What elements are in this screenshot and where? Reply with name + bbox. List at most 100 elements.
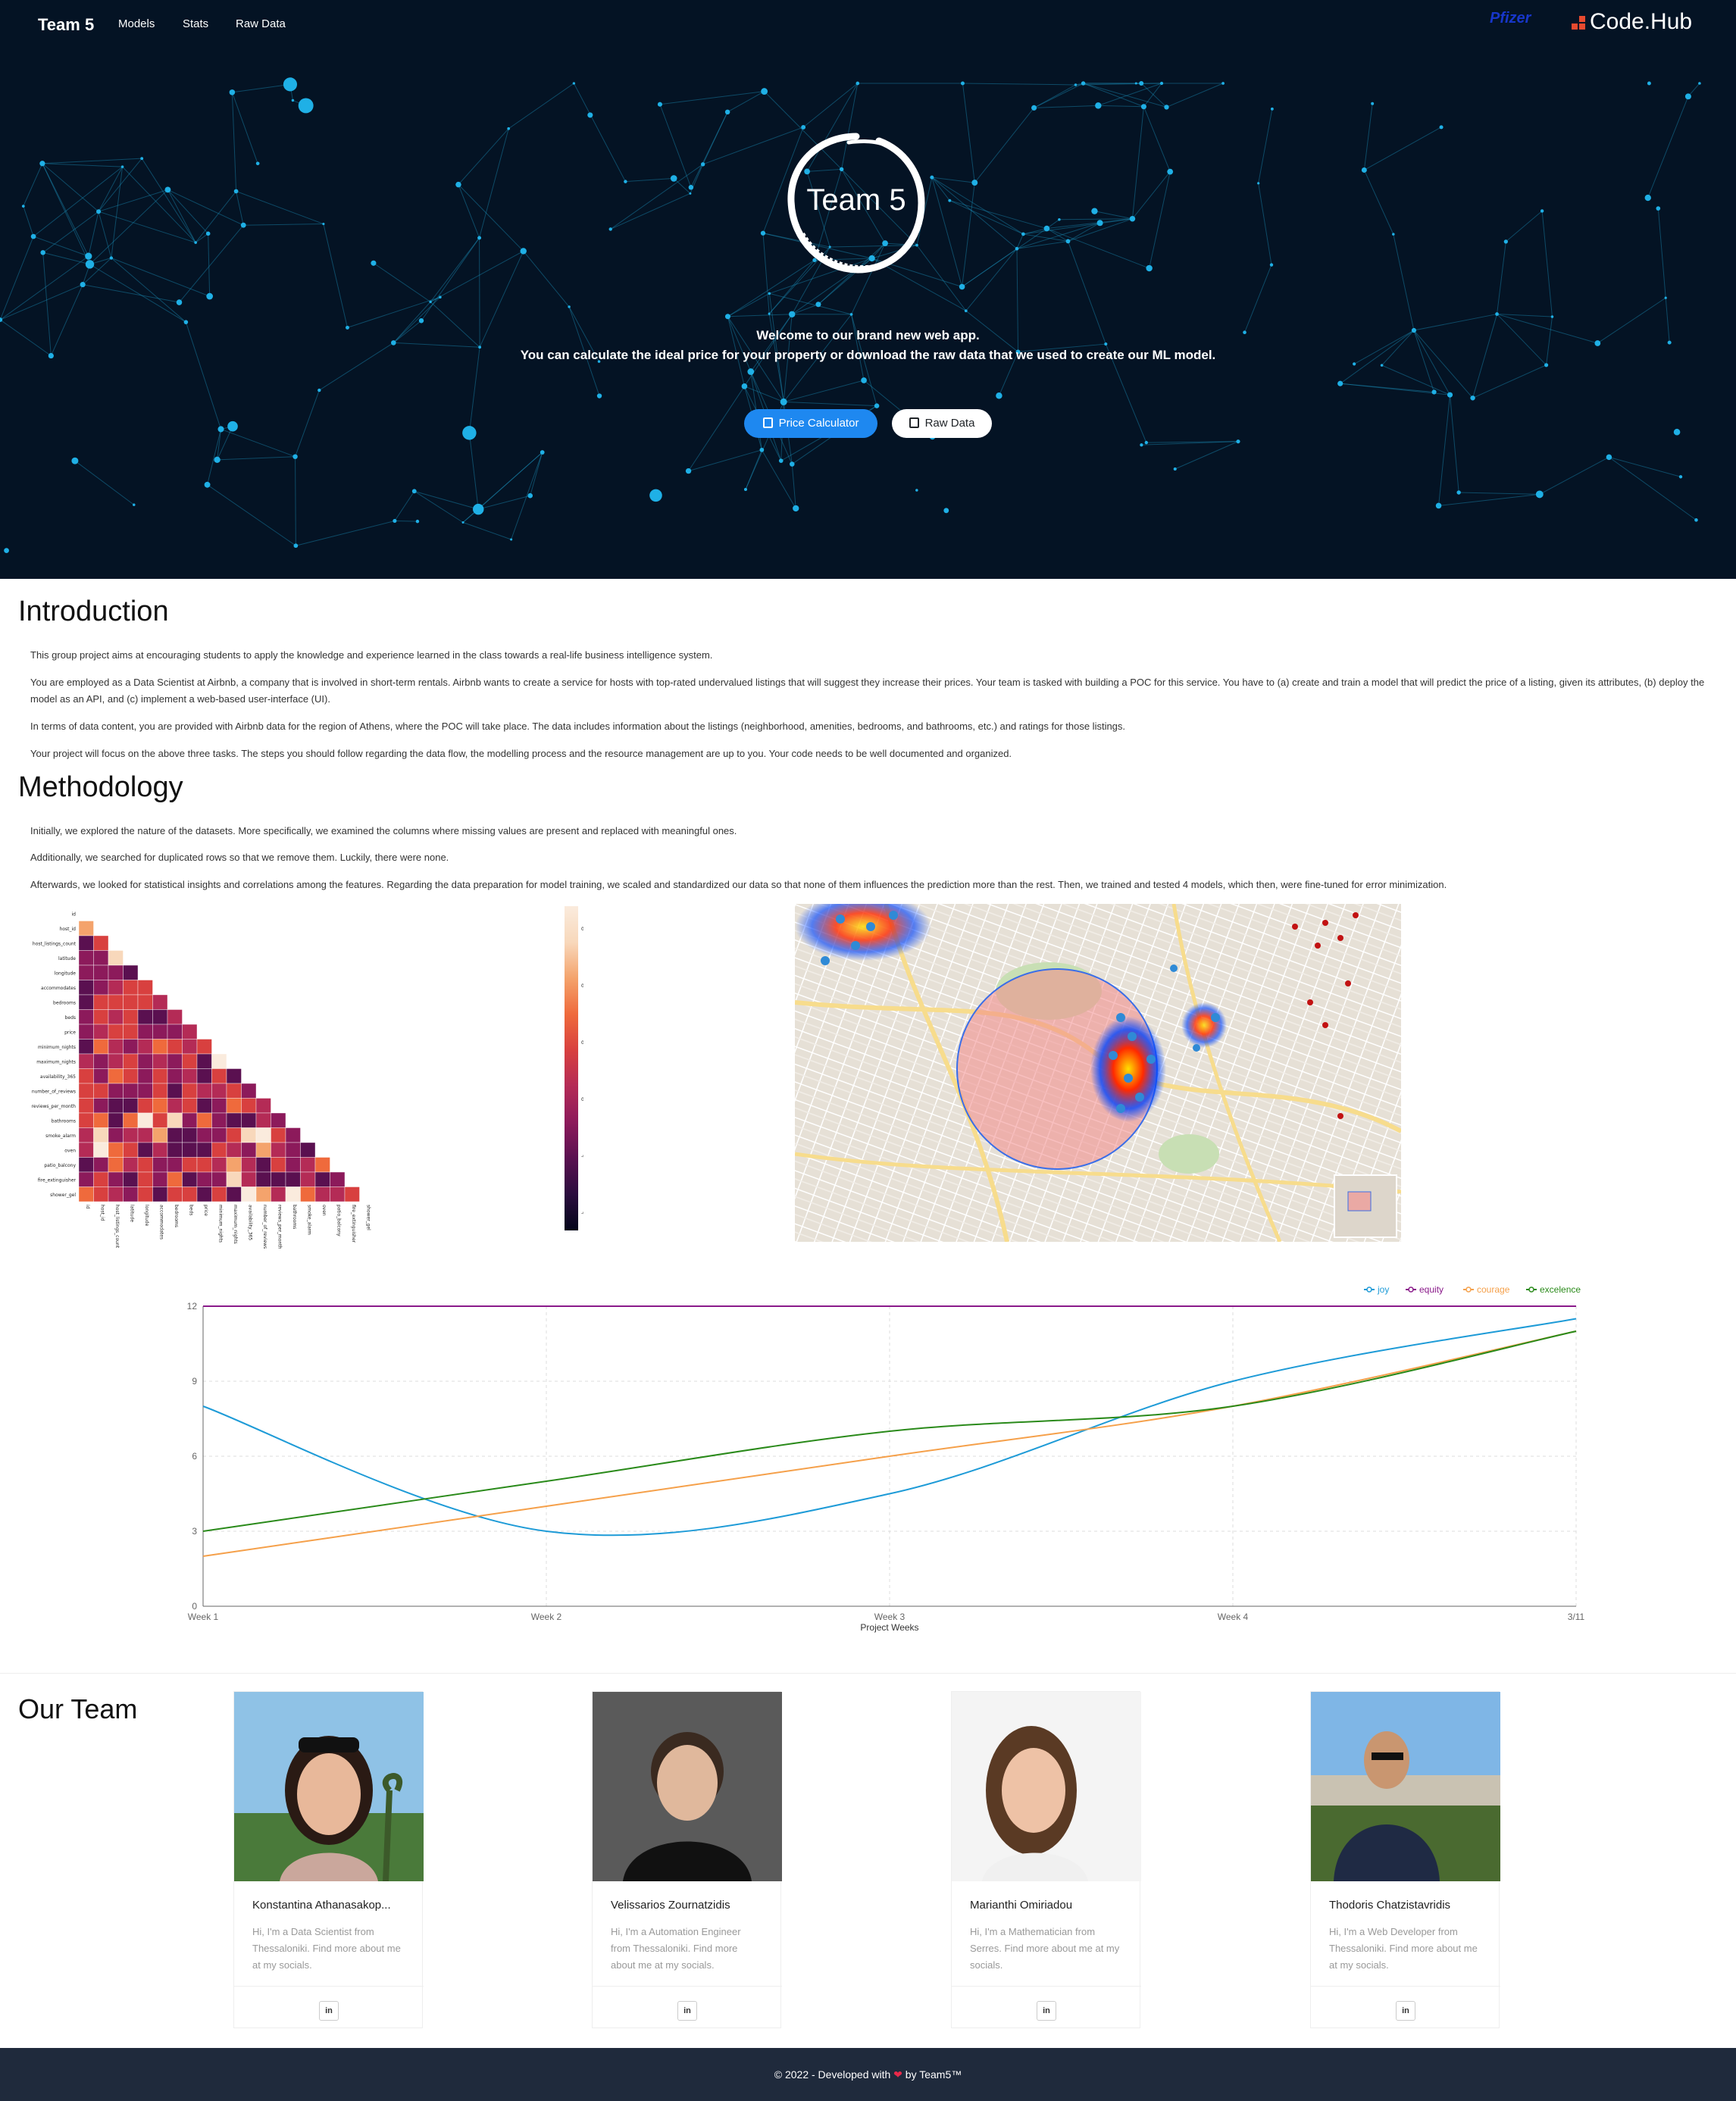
heatmap-cell [78,1024,94,1040]
heatmap-cell [93,950,109,966]
nav-brand[interactable]: Team 5 [38,15,94,35]
heatmap-cell [123,965,139,980]
raw-data-button[interactable]: Raw Data [892,409,992,438]
heatmap-cell [211,1053,227,1069]
intro-paragraph-1: This group project aims at encouraging s… [30,649,713,661]
heatmap-cell [241,1142,257,1158]
heatmap-row-label: availability_365 [40,1074,76,1080]
heatmap-cell [108,1098,124,1114]
x-axis-label: Project Weeks [860,1622,918,1633]
linkedin-icon[interactable]: in [1396,2001,1415,2021]
footer-prefix: © 2022 - Developed with [774,2068,891,2081]
heatmap-cell [211,1098,227,1114]
nav-link-raw-data[interactable]: Raw Data [236,17,286,30]
heart-icon: ❤ [893,2068,902,2081]
heatmap-cell [108,980,124,996]
heatmap-col-label: maximum_nights [233,1205,238,1244]
methodology-title: Methodology [18,771,183,803]
legend-label[interactable]: joy [1377,1284,1389,1295]
heatmap-col-label: oven [321,1205,327,1216]
x-tick-label: Week 4 [1218,1612,1249,1622]
heatmap-cell [137,980,153,996]
project-weeks-line-chart: 0 3 6 9 12 Week 1 Week 2 Week 3 Week 4 3/11 Projec… [187,1284,1585,1633]
linkedin-icon[interactable]: in [677,2001,697,2021]
heatmap-cell [93,1083,109,1099]
heatmap-cell [196,1083,212,1099]
heatmap-cell [167,1098,183,1114]
heatmap-cell [93,980,109,996]
colorbar-tick-label: -0.4 [581,1211,583,1216]
team-divider [0,1673,1736,1674]
athens-map[interactable] [795,904,1401,1242]
heatmap-cell [152,1068,168,1084]
welcome-text: Welcome to our brand new web app. You ca… [0,326,1736,365]
legend-label[interactable]: excelence [1540,1284,1581,1295]
legend-label[interactable]: equity [1419,1284,1444,1295]
heatmap-cell [108,1112,124,1128]
heatmap-row-label: bedrooms [53,1001,76,1006]
heatmap-col-label: longitude [144,1205,149,1227]
heatmap-cell [123,1187,139,1202]
heatmap-cell [211,1083,227,1099]
heatmap-cell [314,1187,330,1202]
member-photo-4 [1311,1692,1500,1881]
nav-link-models[interactable]: Models [118,17,155,30]
correlation-heatmap: id host_id host_listings_count latitude long… [32,906,583,1249]
heatmap-cell [182,1053,198,1069]
heatmap-cell [182,1083,198,1099]
team-card-2: Velissarios Zournatzidis Hi, I'm a Autom… [592,1691,782,2028]
heatmap-cell [78,1187,94,1202]
heatmap-cell [226,1157,242,1173]
heatmap-row-label: id [72,912,77,918]
heatmap-cell [167,1068,183,1084]
heatmap-cell [123,1009,139,1025]
heatmap-col-label: number_of_reviews [262,1205,267,1249]
heatmap-col-label: bedrooms [174,1205,179,1227]
price-calculator-button[interactable]: Price Calculator [744,409,877,438]
heatmap-cell [196,1068,212,1084]
heatmap-cell [314,1171,330,1187]
member-bio-3: Hi, I'm a Mathematician from Serres. Fin… [970,1926,1120,1971]
heatmap-cells [78,921,360,1202]
nav-link-stats[interactable]: Stats [183,17,208,30]
member-name-4: Thodoris Chatzistavridis [1329,1899,1451,1912]
navbar: Team 5 Models Stats Raw Data Pfizer Code… [0,0,1736,50]
x-tick-label: Week 2 [531,1612,562,1622]
heatmap-cell [152,1039,168,1055]
heatmap-cell [78,921,94,936]
heatmap-row-labels: id host_id host_listings_count latitude long… [32,912,77,1199]
hero-section: Team 5 Models Stats Raw Data Pfizer Code… [0,0,1736,579]
heatmap-row-label: reviews_per_month [32,1104,77,1109]
heatmap-cell [196,1187,212,1202]
heatmap-cell [152,1009,168,1025]
heatmap-col-label: shower_gel [365,1205,371,1230]
heatmap-cell [226,1142,242,1158]
heatmap-cell [167,1187,183,1202]
heatmap-cell [196,1053,212,1069]
member-photo-2 [593,1692,782,1881]
linkedin-icon[interactable]: in [319,2001,339,2021]
heatmap-cell [137,1024,153,1040]
legend-label[interactable]: courage [1477,1284,1510,1295]
member-name-3: Marianthi Omiriadou [970,1899,1073,1912]
heatmap-cell [123,1039,139,1055]
linkedin-icon[interactable]: in [1037,2001,1056,2021]
heatmap-cell [211,1171,227,1187]
heatmap-cell [78,965,94,980]
map-canvas [795,904,1401,1242]
heatmap-cell [241,1127,257,1143]
card-footer-line [234,1986,424,1987]
heatmap-col-label: availability_365 [247,1205,252,1240]
heatmap-col-labels: id host_id host_listings_count latitude long… [85,1205,371,1249]
colorbar-tick-label: 0.4 [581,983,583,989]
heatmap-cell [78,1142,94,1158]
heatmap-cell [108,1187,124,1202]
introduction-title: Introduction [18,596,169,627]
heatmap-col-label: host_id [99,1205,105,1221]
heatmap-cell [93,965,109,980]
heatmap-cell [137,1187,153,1202]
heatmap-cell [78,1112,94,1128]
heatmap-cell [108,1142,124,1158]
legend-marker [1465,1287,1472,1293]
heatmap-row-label: smoke_alarm [45,1133,76,1139]
